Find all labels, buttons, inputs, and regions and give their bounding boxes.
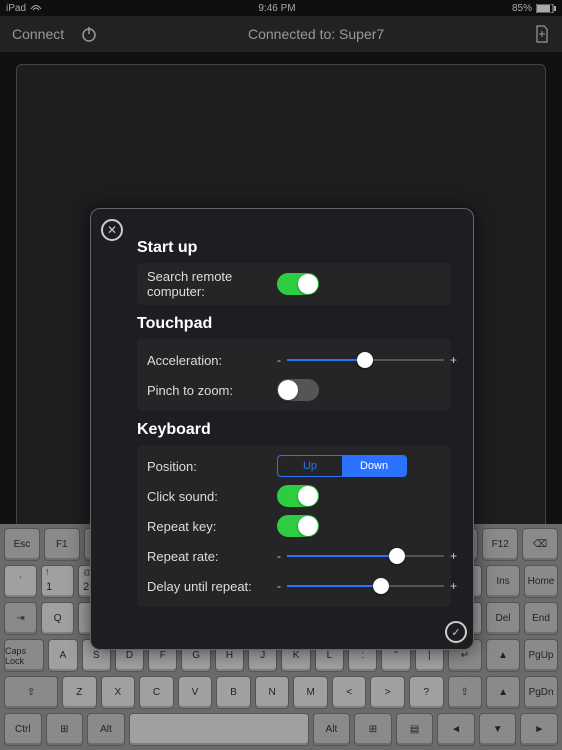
key-end[interactable]: End [524, 602, 558, 635]
key-alt[interactable]: Alt [87, 713, 125, 746]
repeat-key-label: Repeat key: [147, 519, 277, 534]
pinch-label: Pinch to zoom: [147, 383, 277, 398]
nav-bar: Connect Connected to: Super7 [0, 16, 562, 52]
key-`[interactable]: ` [4, 565, 37, 598]
position-label: Position: [147, 459, 277, 474]
key-▼[interactable]: ▼ [479, 713, 517, 746]
key-⇧[interactable]: ⇧ [448, 676, 483, 709]
seg-up[interactable]: Up [278, 456, 342, 476]
key-m[interactable]: M [293, 676, 328, 709]
key-?[interactable]: ? [409, 676, 444, 709]
key-<[interactable]: < [332, 676, 367, 709]
key-▲[interactable]: ▲ [486, 676, 520, 709]
search-remote-label: Search remote computer: [147, 269, 277, 299]
key-◄[interactable]: ◄ [437, 713, 475, 746]
section-startup: Start up [137, 239, 451, 257]
repeat-rate-slider[interactable]: - + [277, 549, 457, 563]
key-a[interactable]: A [48, 639, 77, 672]
key-f12[interactable]: F12 [482, 528, 518, 561]
key-esc[interactable]: Esc [4, 528, 40, 561]
key-n[interactable]: N [255, 676, 290, 709]
status-time: 9:46 PM [42, 3, 512, 14]
confirm-icon[interactable]: ✓ [445, 621, 467, 643]
key-▲[interactable]: ▲ [486, 639, 520, 672]
settings-modal: ✕ Start up Search remote computer: Touch… [90, 208, 474, 650]
repeat-rate-label: Repeat rate: [147, 549, 277, 564]
position-segmented[interactable]: Up Down [277, 455, 407, 477]
connection-title: Connected to: Super7 [98, 26, 534, 42]
wifi-icon [30, 4, 42, 12]
repeat-key-toggle[interactable] [277, 515, 319, 537]
section-touchpad: Touchpad [137, 315, 451, 333]
key-ctrl[interactable]: Ctrl [4, 713, 42, 746]
key->[interactable]: > [370, 676, 405, 709]
key-space[interactable] [129, 713, 309, 746]
key-pgup[interactable]: PgUp [524, 639, 558, 672]
acceleration-slider[interactable]: - + [277, 353, 457, 367]
key-⊞[interactable]: ⊞ [354, 713, 392, 746]
key-caps lock[interactable]: Caps Lock [4, 639, 44, 672]
key-1[interactable]: !1 [41, 565, 74, 598]
battery-icon [536, 4, 556, 13]
key-⊞[interactable]: ⊞ [46, 713, 84, 746]
key-⌫[interactable]: ⌫ [522, 528, 558, 561]
search-remote-toggle[interactable] [277, 273, 319, 295]
click-sound-toggle[interactable] [277, 485, 319, 507]
key-ins[interactable]: Ins [486, 565, 520, 598]
power-icon[interactable] [80, 25, 98, 43]
delay-label: Delay until repeat: [147, 579, 277, 594]
seg-down[interactable]: Down [342, 456, 406, 476]
key-x[interactable]: X [101, 676, 136, 709]
key-v[interactable]: V [178, 676, 213, 709]
key-▤[interactable]: ▤ [396, 713, 434, 746]
status-bar: iPad 9:46 PM 85% [0, 0, 562, 16]
close-icon[interactable]: ✕ [101, 219, 123, 241]
key-f1[interactable]: F1 [44, 528, 80, 561]
key-q[interactable]: Q [41, 602, 74, 635]
connect-button[interactable]: Connect [12, 26, 64, 42]
key-⇧[interactable]: ⇧ [4, 676, 58, 709]
key-del[interactable]: Del [486, 602, 520, 635]
key-alt[interactable]: Alt [313, 713, 351, 746]
delay-slider[interactable]: - + [277, 579, 457, 593]
device-label: iPad [6, 3, 26, 14]
key-home[interactable]: Home [524, 565, 558, 598]
pinch-toggle[interactable] [277, 379, 319, 401]
key-⇥[interactable]: ⇥ [4, 602, 37, 635]
key-►[interactable]: ► [520, 713, 558, 746]
acceleration-label: Acceleration: [147, 353, 277, 368]
document-icon[interactable] [534, 25, 550, 43]
section-keyboard: Keyboard [137, 421, 451, 439]
click-sound-label: Click sound: [147, 489, 277, 504]
key-c[interactable]: C [139, 676, 174, 709]
key-b[interactable]: B [216, 676, 251, 709]
key-z[interactable]: Z [62, 676, 97, 709]
battery-pct: 85% [512, 3, 532, 14]
key-pgdn[interactable]: PgDn [524, 676, 558, 709]
